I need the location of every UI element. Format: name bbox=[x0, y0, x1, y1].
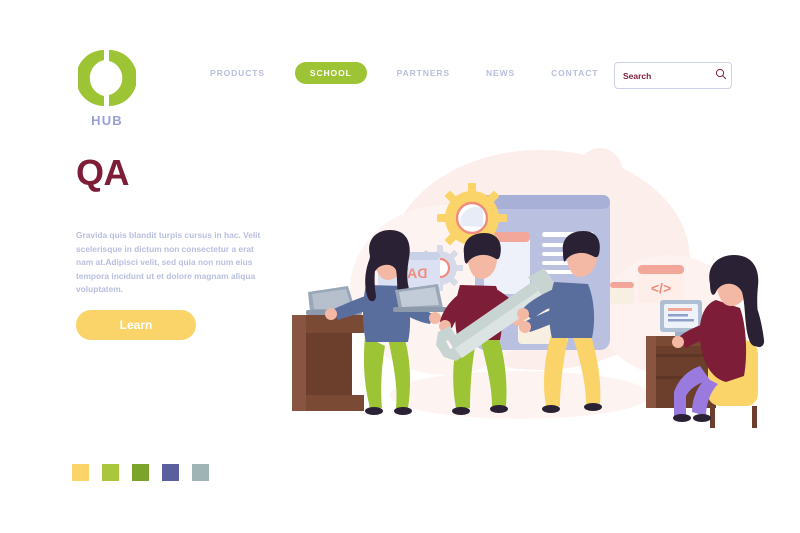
search-icon bbox=[715, 68, 727, 83]
standing-desk-podium bbox=[292, 315, 364, 411]
color-palette bbox=[72, 464, 209, 481]
code-card-label: </> bbox=[651, 280, 671, 296]
main-nav: PRODUCTS SCHOOL PARTNERS NEWS CONTACT bbox=[210, 62, 634, 84]
small-card bbox=[610, 282, 634, 304]
brand-logo[interactable]: HUB bbox=[76, 47, 138, 128]
search-button[interactable] bbox=[709, 64, 733, 87]
search-box bbox=[614, 62, 732, 89]
swatch-indigo bbox=[162, 464, 179, 481]
hero-section: QA Gravida quis blandit turpis cursus in… bbox=[76, 152, 276, 340]
nav-item-news[interactable]: NEWS bbox=[486, 62, 515, 84]
site-header: HUB PRODUCTS SCHOOL PARTNERS NEWS CONTAC… bbox=[0, 0, 800, 140]
nav-item-partners[interactable]: PARTNERS bbox=[397, 62, 450, 84]
code-card: </> bbox=[638, 265, 684, 303]
swatch-gray-teal bbox=[192, 464, 209, 481]
nav-item-products[interactable]: PRODUCTS bbox=[210, 62, 265, 84]
page-title: QA bbox=[76, 152, 130, 193]
swatch-yellow bbox=[72, 464, 89, 481]
swatch-olive-green bbox=[132, 464, 149, 481]
landing-page: HUB PRODUCTS SCHOOL PARTNERS NEWS CONTAC… bbox=[0, 0, 800, 533]
swatch-yellow-green bbox=[102, 464, 119, 481]
nav-item-contact[interactable]: CONTACT bbox=[551, 62, 598, 84]
qa-team-illustration: DATA </> bbox=[270, 140, 770, 440]
search-input[interactable] bbox=[615, 64, 709, 87]
learn-button[interactable]: Learn bbox=[76, 310, 196, 340]
cd-circle-logo-icon bbox=[78, 47, 136, 109]
hero-description: Gravida quis blandit turpis cursus in ha… bbox=[76, 230, 261, 295]
brand-name: HUB bbox=[91, 113, 123, 128]
nav-item-school[interactable]: SCHOOL bbox=[294, 62, 367, 84]
